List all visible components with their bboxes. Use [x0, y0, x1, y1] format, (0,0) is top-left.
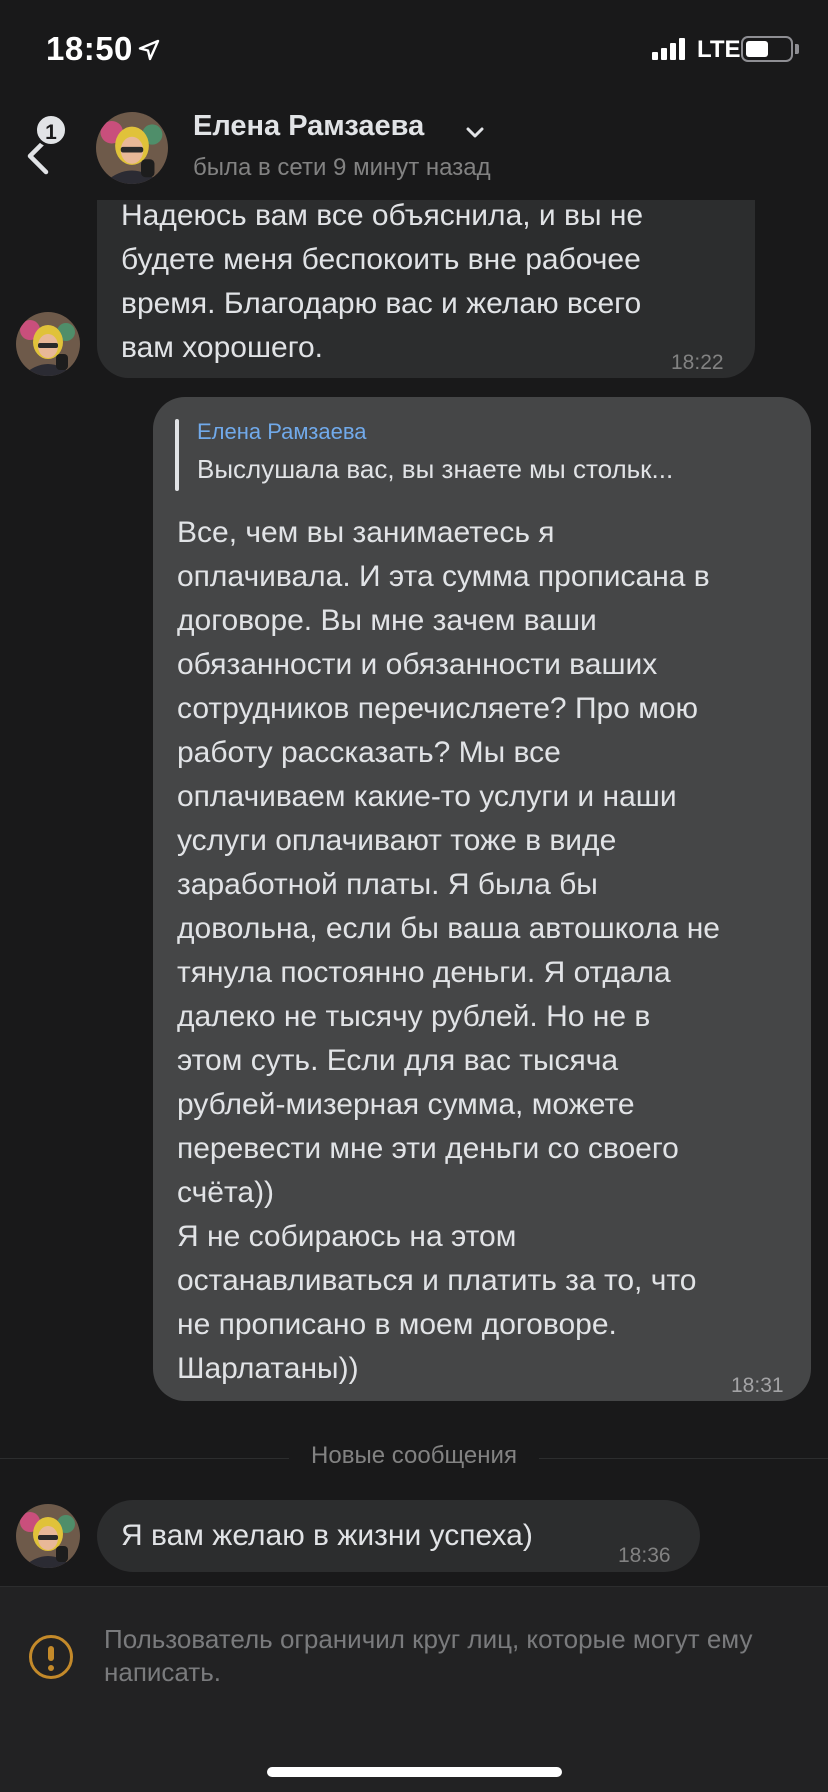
warning-icon [29, 1635, 73, 1679]
chat-screen: 18:50 LTE Надеюсь вам все объяснила, и в… [0, 0, 828, 1792]
message-bubble-outgoing[interactable]: Елена Рамзаева Выслушала вас, вы знаете … [153, 397, 811, 1401]
network-type: LTE [697, 36, 741, 63]
status-bar: 18:50 LTE [0, 0, 828, 100]
reply-quote-bar [175, 419, 179, 491]
contact-avatar[interactable] [96, 112, 168, 184]
location-arrow-icon [138, 39, 160, 61]
message-time: 18:31 [731, 1374, 784, 1397]
signal-bars-icon [652, 38, 688, 60]
avatar[interactable] [16, 312, 80, 376]
message-text: Все, чем вы занимаетесь я оплачивала. И … [177, 516, 720, 1385]
new-messages-label: Новые сообщения [289, 1442, 539, 1469]
unread-count-badge: 1 [34, 113, 68, 147]
new-messages-divider: Новые сообщения [0, 1442, 828, 1470]
reply-author[interactable]: Елена Рамзаева [197, 417, 367, 447]
contact-status: была в сети 9 минут назад [193, 154, 491, 181]
home-indicator[interactable] [267, 1767, 562, 1777]
status-time: 18:50 [46, 30, 133, 67]
reply-preview[interactable]: Выслушала вас, вы знаете мы стольк... [197, 451, 797, 487]
message-bubble-incoming[interactable]: Я вам желаю в жизни успеха) 18:36 [97, 1500, 700, 1572]
restriction-text: Пользователь ограничил круг лиц, которые… [104, 1624, 753, 1687]
avatar[interactable] [16, 1504, 80, 1568]
message-time: 18:22 [671, 351, 724, 374]
message-text: Надеюсь вам все объяснила, и вы не будет… [121, 199, 644, 364]
message-text: Я вам желаю в жизни успеха) [121, 1519, 533, 1552]
chat-header: 1 Елена Рамзаева была в сети 9 минут наз… [0, 100, 828, 200]
battery-cap [795, 44, 799, 54]
contact-name[interactable]: Елена Рамзаева [193, 110, 424, 143]
chevron-down-icon[interactable] [463, 120, 487, 144]
messaging-restricted-banner: Пользователь ограничил круг лиц, которые… [0, 1586, 828, 1792]
message-time: 18:36 [618, 1544, 671, 1567]
battery-icon [741, 36, 793, 62]
